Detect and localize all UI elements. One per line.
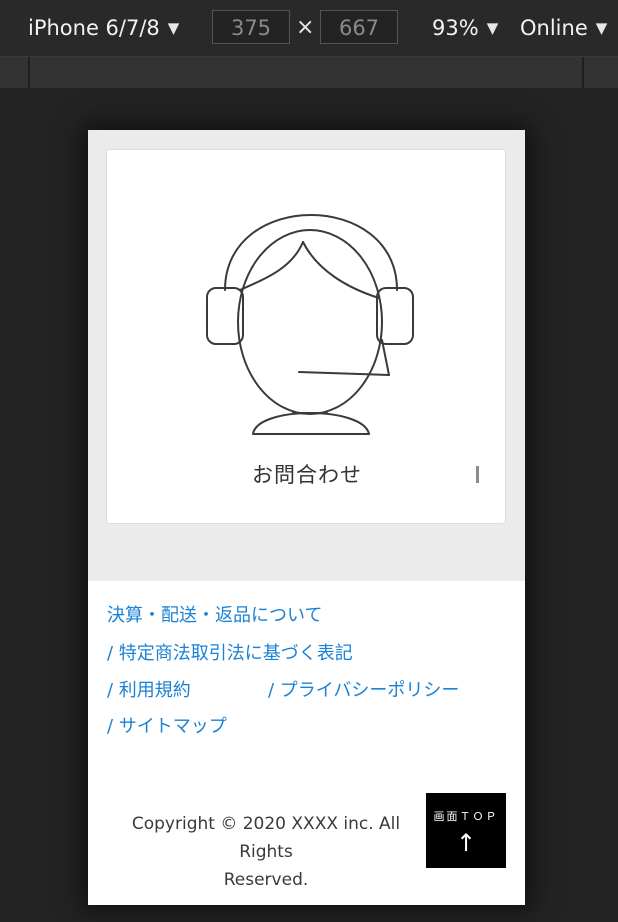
contact-label: お問合わせ [252,463,362,487]
ruler-divider [582,57,584,88]
link-commercial-transactions[interactable]: / 特定商法取引法に基づく表記 [107,643,353,665]
link-privacy-policy[interactable]: / プライバシーポリシー [268,680,459,702]
chevron-down-icon: ▼ [486,19,499,37]
chevron-down-icon: ▼ [167,19,180,37]
link-payment-shipping-returns[interactable]: 決算・配送・返品について [107,605,322,627]
copyright: Copyright © 2020 XXXX inc. All Rights Re… [106,810,426,894]
network-select[interactable]: Online ▼ [520,14,607,42]
arrow-up-icon: ↑ [455,829,477,857]
width-input[interactable]: 375 [212,10,290,44]
back-to-top-label: 画面ＴＯＰ [433,810,499,823]
media-query-ruler[interactable] [0,57,618,88]
phone-viewport: お問合わせ 決算・配送・返品について / 特定商法取引法に基づく表記 / 利用規… [88,130,525,905]
headset-operator-icon [206,214,414,435]
chevron-down-icon: ▼ [595,19,608,37]
zoom-value: 93% [432,16,479,40]
times-icon: × [296,15,315,40]
device-toolbar: iPhone 6/7/8 ▼ 375 × 667 93% ▼ Online ▼ [0,0,618,57]
zoom-select[interactable]: 93% ▼ [432,14,498,42]
height-input[interactable]: 667 [320,10,398,44]
text-cursor [476,466,479,483]
copyright-line-1: Copyright © 2020 XXXX inc. All Rights [131,814,401,862]
link-sitemap[interactable]: / サイトマップ [107,716,227,738]
copyright-line-2: Reserved. [223,870,309,890]
ruler-divider [28,57,30,88]
network-value: Online [520,16,588,40]
back-to-top-button[interactable]: 画面ＴＯＰ ↑ [426,793,506,868]
device-select[interactable]: iPhone 6/7/8 ▼ [28,14,179,42]
device-name: iPhone 6/7/8 [28,16,160,40]
contact-card[interactable]: お問合わせ [106,149,506,524]
link-terms[interactable]: / 利用規約 [107,680,191,702]
